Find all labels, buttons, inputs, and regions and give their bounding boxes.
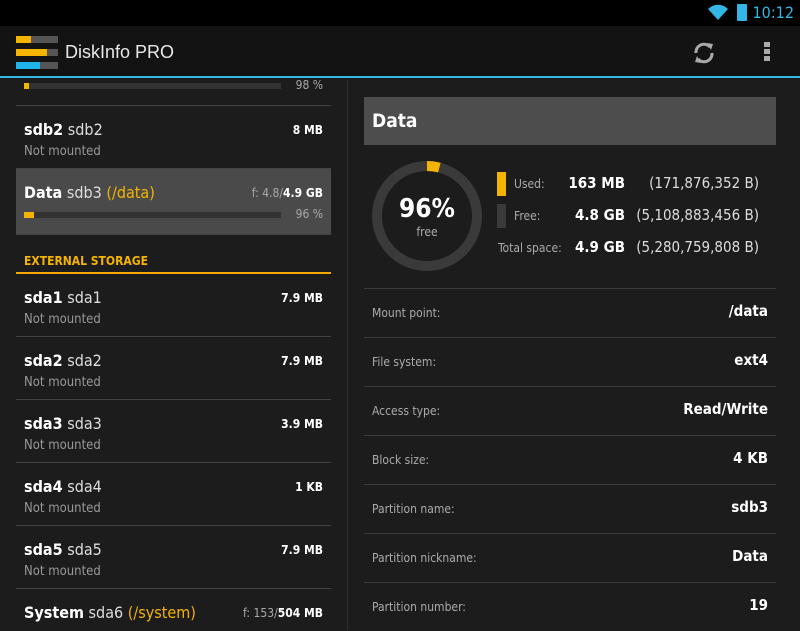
app-logo-icon[interactable] xyxy=(16,36,60,70)
status: Not mounted xyxy=(24,312,101,327)
status-bar: 10:12 xyxy=(0,0,800,26)
detail-pane: Data 96% free Used: Free: Total space: 1… xyxy=(349,80,800,630)
free-bytes: (5,108,883,456 B) xyxy=(636,206,759,224)
status: Not mounted xyxy=(24,564,101,579)
percent-label: 98 % xyxy=(295,80,323,92)
status: Not mounted xyxy=(24,438,101,453)
usage-bar xyxy=(24,83,281,89)
nickname: Data xyxy=(24,183,63,202)
detail-value: sdb3 xyxy=(731,498,768,516)
list-item-sda4[interactable]: sda4 sda4 Not mounted 1 KB xyxy=(16,463,331,526)
list-item-sda5[interactable]: sda5 sda5 Not mounted 7.9 MB xyxy=(16,526,331,589)
list-item-system[interactable]: System sda6 (/system) f: 153/504 MB xyxy=(16,589,331,630)
total-bytes: (5,280,759,808 B) xyxy=(636,238,759,256)
used-bytes: (171,876,352 B) xyxy=(649,174,759,192)
nickname: sda3 xyxy=(24,414,63,433)
app-title: DiskInfo PRO xyxy=(65,42,175,62)
detail-key: Access type: xyxy=(372,404,441,418)
nickname: sdb2 xyxy=(24,120,64,139)
free: f: 153/ xyxy=(243,606,278,620)
name: sda6 xyxy=(88,603,124,622)
detail-key: Mount point: xyxy=(372,306,441,320)
list-item-data-selected[interactable]: Data sdb3 (/data) f: 4.8/4.9 GB 96 % xyxy=(16,169,331,235)
name: sda1 xyxy=(67,288,102,307)
name: sdb3 xyxy=(66,183,102,202)
detail-row: Access type: Read/Write xyxy=(364,386,776,435)
detail-key: Partition nickname: xyxy=(372,551,477,565)
partition-list[interactable]: 98 % sdb2 sdb2 Not mounted 8 MB Data sdb… xyxy=(0,80,348,630)
total: 504 MB xyxy=(277,606,323,620)
free-caption: free xyxy=(416,225,438,239)
percent-label: 96 % xyxy=(295,207,323,221)
free: f: 4.8/ xyxy=(251,186,284,200)
size: 7.9 MB xyxy=(281,291,323,305)
name: sda4 xyxy=(67,477,102,496)
detail-title: Data xyxy=(364,97,776,145)
list-item-sda3[interactable]: sda3 sda3 Not mounted 3.9 MB xyxy=(16,400,331,463)
nickname: sda4 xyxy=(24,477,63,496)
detail-value: Read/Write xyxy=(683,400,768,418)
size: 7.9 MB xyxy=(281,354,323,368)
action-bar: DiskInfo PRO xyxy=(0,26,800,78)
detail-row: Partition nickname: Data xyxy=(364,533,776,582)
name: sda2 xyxy=(67,351,102,370)
detail-row: File system: ext4 xyxy=(364,337,776,386)
detail-row: Block size: 4 KB xyxy=(364,435,776,484)
name: sdb2 xyxy=(67,120,103,139)
status: Not mounted xyxy=(24,144,101,159)
wifi-icon xyxy=(708,4,728,20)
list-item-sda1[interactable]: sda1 sda1 Not mounted 7.9 MB xyxy=(16,274,331,337)
detail-value: ext4 xyxy=(734,351,768,369)
status: Not mounted xyxy=(24,501,101,516)
detail-key: Partition number: xyxy=(372,600,466,614)
list-item-sdb2[interactable]: sdb2 sdb2 Not mounted 8 MB xyxy=(16,106,331,169)
detail-value: Data xyxy=(732,547,768,565)
nickname: sda1 xyxy=(24,288,63,307)
clock: 10:12 xyxy=(752,3,794,22)
total: 4.9 GB xyxy=(283,186,323,200)
overflow-menu-icon[interactable] xyxy=(764,42,771,63)
detail-row: Partition name: sdb3 xyxy=(364,484,776,533)
size: 1 KB xyxy=(295,480,323,494)
detail-value: 19 xyxy=(749,596,768,614)
nickname: System xyxy=(24,603,84,622)
status: Not mounted xyxy=(24,375,101,390)
name: sda3 xyxy=(67,414,102,433)
free-percent: 96% xyxy=(399,194,455,224)
detail-value: /data xyxy=(728,302,768,320)
list-item-sda2[interactable]: sda2 sda2 Not mounted 7.9 MB xyxy=(16,337,331,400)
list-item[interactable]: 98 % xyxy=(16,80,331,106)
nickname: sda2 xyxy=(24,351,63,370)
name: sda5 xyxy=(67,540,102,559)
battery-icon xyxy=(737,4,747,21)
detail-key: Block size: xyxy=(372,453,430,467)
detail-value: 4 KB xyxy=(733,449,768,467)
detail-key: Partition name: xyxy=(372,502,455,516)
usage-bar xyxy=(24,212,281,218)
size: 8 MB xyxy=(292,123,323,137)
size: 7.9 MB xyxy=(281,543,323,557)
refresh-icon[interactable] xyxy=(692,41,716,65)
detail-key: File system: xyxy=(372,355,437,369)
detail-row: Partition number: 19 xyxy=(364,582,776,631)
section-header-external: EXTERNAL STORAGE xyxy=(16,252,331,274)
size: 3.9 MB xyxy=(281,417,323,431)
mount: (/data) xyxy=(106,183,155,202)
nickname: sda5 xyxy=(24,540,63,559)
detail-row: Mount point: /data xyxy=(364,288,776,337)
mount: (/system) xyxy=(127,603,196,622)
